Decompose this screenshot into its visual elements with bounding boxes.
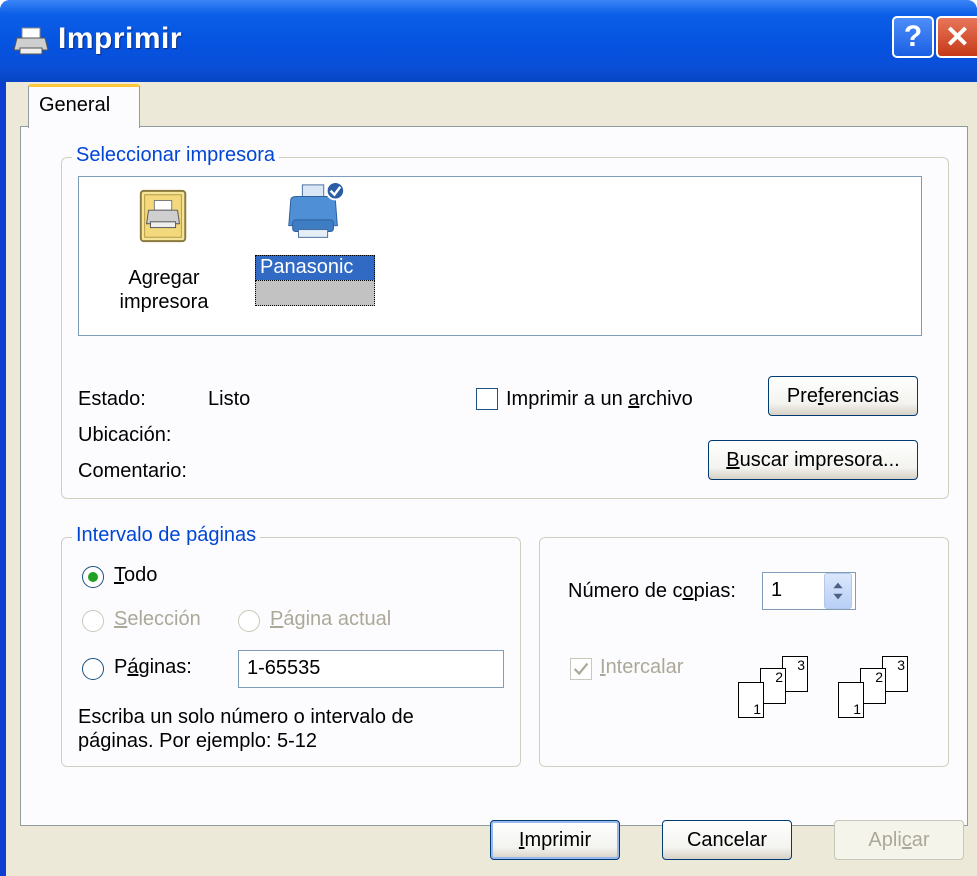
checkmark-icon bbox=[573, 662, 589, 676]
sheet-1b: 1 bbox=[838, 682, 864, 718]
copies-text-2: pias: bbox=[693, 580, 736, 602]
tab-general[interactable]: General bbox=[28, 84, 140, 128]
dialog-client-area: General Seleccionar impresora Agregar im… bbox=[6, 82, 977, 876]
status-label: Estado: bbox=[78, 388, 146, 410]
find-printer-button[interactable]: Buscar impresora... bbox=[708, 440, 918, 480]
panasonic-label-highlight bbox=[255, 280, 375, 306]
preferences-button[interactable]: Pre f erencias bbox=[768, 376, 918, 416]
pages-hint-line-1: Escriba un solo número o intervalo de bbox=[78, 706, 414, 728]
print-to-file-text-1: Imprimir a un bbox=[506, 388, 629, 410]
apply-accel: c bbox=[901, 828, 912, 851]
preferences-text-2: erencias bbox=[823, 384, 900, 407]
comment-label: Comentario: bbox=[78, 460, 187, 482]
range-selection-radio[interactable] bbox=[82, 610, 104, 632]
spin-arrows-icon bbox=[833, 582, 843, 600]
select-printer-group: Seleccionar impresora Agregar impresora bbox=[61, 144, 949, 499]
window-title: Imprimir bbox=[58, 22, 183, 55]
printer-list[interactable]: Agregar impresora Panasonic bbox=[78, 176, 922, 336]
page-range-group: Intervalo de páginas Todo Selección Pági… bbox=[61, 524, 521, 767]
range-all-label[interactable]: Todo bbox=[114, 564, 157, 587]
preferences-text-1: Pre bbox=[786, 384, 818, 407]
printer-icon bbox=[14, 27, 49, 55]
help-button[interactable]: ? bbox=[892, 16, 934, 58]
range-all-text: odo bbox=[124, 564, 158, 586]
printer-item-add[interactable]: Agregar impresora bbox=[109, 187, 219, 327]
print-dialog: Imprimir ? ✕ General Seleccionar impreso… bbox=[0, 0, 977, 876]
range-selection-accel: S bbox=[114, 608, 128, 630]
range-current-radio[interactable] bbox=[238, 610, 260, 632]
pages-input[interactable]: 1-65535 bbox=[238, 650, 504, 688]
range-pages-text-2: ginas: bbox=[138, 656, 192, 678]
print-to-file-checkbox[interactable] bbox=[476, 388, 498, 410]
print-button[interactable]: Imprimir bbox=[490, 820, 620, 860]
copies-text-1: Número de c bbox=[568, 580, 683, 602]
find-printer-text: uscar impresora... bbox=[739, 448, 900, 471]
pages-hint-line-2: páginas. Por ejemplo: 5-12 bbox=[78, 730, 318, 752]
close-button[interactable]: ✕ bbox=[936, 16, 977, 58]
range-current-accel: P bbox=[270, 608, 284, 630]
collate-checkbox[interactable] bbox=[570, 658, 592, 680]
copies-label: Número de copias: bbox=[568, 580, 736, 603]
range-current-text: ágina actual bbox=[283, 608, 392, 630]
tab-panel-general: Seleccionar impresora Agregar impresora bbox=[20, 126, 968, 826]
range-pages-radio[interactable] bbox=[82, 658, 104, 680]
copies-spinner[interactable] bbox=[824, 573, 852, 609]
range-all-radio[interactable] bbox=[82, 566, 104, 588]
apply-button[interactable]: Apli c ar bbox=[834, 820, 964, 860]
print-to-file-label[interactable]: Imprimir a un archivo bbox=[506, 388, 693, 411]
find-printer-accel: B bbox=[726, 448, 740, 471]
range-selection-text: elección bbox=[127, 608, 201, 630]
cancel-button[interactable]: Cancelar bbox=[662, 820, 792, 860]
copies-accel: o bbox=[682, 580, 694, 602]
apply-text-2: ar bbox=[911, 828, 930, 851]
collate-text: ntercalar bbox=[605, 656, 684, 678]
range-pages-accel: á bbox=[127, 656, 139, 678]
range-current-label[interactable]: Página actual bbox=[270, 608, 391, 631]
print-to-file-text-2: rchivo bbox=[639, 388, 693, 410]
collate-label[interactable]: Intercalar bbox=[600, 656, 683, 679]
range-all-accel: T bbox=[114, 564, 124, 586]
location-label: Ubicación: bbox=[78, 424, 172, 446]
select-printer-legend: Seleccionar impresora bbox=[72, 144, 279, 167]
add-printer-label-1: Agregar bbox=[128, 267, 200, 289]
sheet-1: 1 bbox=[738, 682, 764, 718]
network-printer-icon bbox=[288, 181, 346, 238]
status-value: Listo bbox=[208, 388, 251, 410]
collate-illustration-2: 3 2 1 bbox=[836, 656, 932, 736]
range-pages-text-1: P bbox=[114, 656, 128, 678]
print-text: mprimir bbox=[524, 828, 592, 851]
panasonic-label: Panasonic bbox=[255, 255, 375, 281]
apply-text-1: Apli bbox=[868, 828, 902, 851]
copies-group: Número de copias: 1 Intercalar 3 2 1 3 2… bbox=[539, 537, 949, 767]
page-range-legend: Intervalo de páginas bbox=[72, 524, 261, 547]
printer-item-panasonic[interactable]: Panasonic bbox=[255, 181, 375, 331]
add-printer-label-2: impresora bbox=[119, 291, 209, 313]
title-bar[interactable]: Imprimir ? ✕ bbox=[0, 0, 977, 82]
range-pages-label[interactable]: Páginas: bbox=[114, 656, 192, 679]
add-printer-icon bbox=[139, 189, 187, 243]
print-to-file-accel: a bbox=[628, 388, 640, 410]
range-selection-label[interactable]: Selección bbox=[114, 608, 201, 631]
collate-illustration-1: 3 2 1 bbox=[736, 656, 832, 736]
